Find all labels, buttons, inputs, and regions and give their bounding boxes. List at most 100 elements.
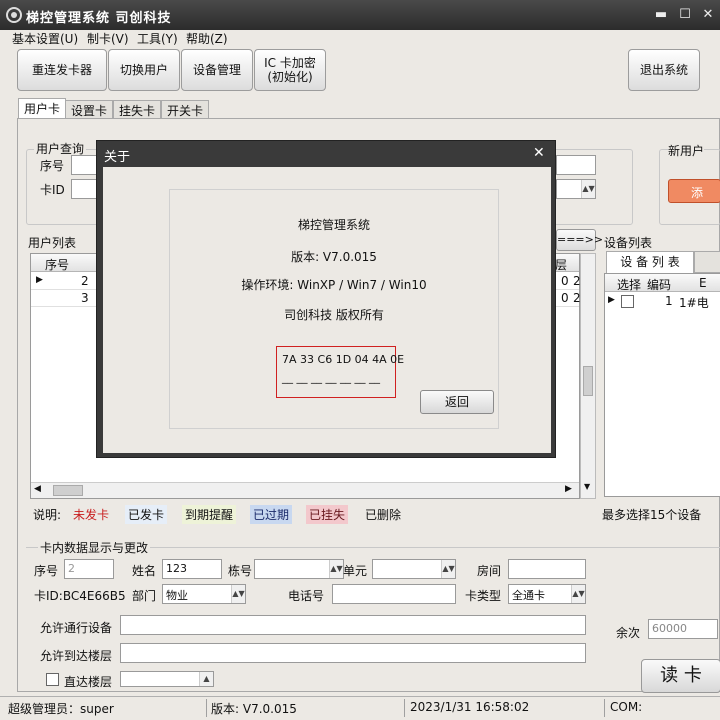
maximize-icon[interactable]: ☐ bbox=[676, 6, 694, 24]
card-type-value: 全通卡 bbox=[512, 589, 545, 602]
tab-device-extra[interactable] bbox=[694, 251, 720, 273]
menu-bar: 基本设置(U) 制卡(V) 工具(Y) 帮助(Z) bbox=[0, 30, 720, 46]
card-id-text: 卡ID:BC4E66B5 bbox=[34, 589, 126, 603]
ic-encrypt-button[interactable]: IC 卡加密 (初始化) bbox=[254, 49, 326, 91]
reconnect-label: 重连发卡器 bbox=[31, 63, 92, 77]
dept-select[interactable]: 物业 ▲▼ bbox=[162, 584, 246, 604]
device-code: 1 bbox=[665, 294, 673, 308]
row-col-a: 0 bbox=[561, 291, 569, 305]
card-type-label: 卡类型 bbox=[465, 589, 502, 603]
about-dialog: 关于 ✕ 梯控管理系统 版本: V7.0.015 操作环境: WinXP / W… bbox=[96, 140, 556, 458]
unit-select[interactable]: ▲▼ bbox=[372, 559, 456, 579]
tab-setting-card[interactable]: 设置卡 bbox=[65, 100, 114, 118]
about-environment: 操作环境: WinXP / Win7 / Win10 bbox=[241, 278, 427, 292]
dept-label: 部门 bbox=[132, 589, 157, 603]
back-button[interactable]: 返回 bbox=[420, 390, 494, 414]
ic-encrypt-sublabel: (初始化) bbox=[267, 70, 313, 84]
status-divider bbox=[206, 699, 207, 717]
status-divider bbox=[404, 699, 405, 717]
horizontal-scrollbar[interactable]: ◀ ▶ bbox=[31, 482, 579, 498]
legend-expired: 已过期 bbox=[250, 505, 293, 524]
status-datetime: 2023/1/31 16:58:02 bbox=[410, 700, 530, 714]
title-bar: 梯控管理系统 司创科技 ▬ ☐ ✕ bbox=[0, 0, 720, 30]
close-icon[interactable]: ✕ bbox=[533, 145, 545, 161]
vertical-scrollbar[interactable]: ▼ bbox=[580, 253, 596, 499]
row-col-a: 0 bbox=[561, 274, 569, 288]
menu-basic-settings[interactable]: 基本设置(U) bbox=[12, 30, 78, 47]
horizontal-scroll-thumb[interactable] bbox=[53, 485, 83, 496]
name-field[interactable]: 123 bbox=[162, 559, 222, 579]
legend-expiring: 到期提醒 bbox=[182, 505, 237, 524]
legend-not-issued: 未发卡 bbox=[73, 508, 110, 522]
menu-help[interactable]: 帮助(Z) bbox=[186, 30, 228, 47]
vertical-scroll-thumb[interactable] bbox=[583, 366, 593, 396]
about-dialog-titlebar: 关于 ✕ bbox=[97, 141, 555, 167]
direct-floor-select[interactable]: ▲ bbox=[120, 671, 214, 687]
row-seq: 2 bbox=[81, 274, 89, 288]
row-pointer-icon: ▶ bbox=[608, 295, 615, 305]
about-info-box: 梯控管理系统 版本: V7.0.015 操作环境: WinXP / Win7 /… bbox=[169, 189, 499, 429]
user-list-title: 用户列表 bbox=[28, 236, 77, 250]
phone-field[interactable] bbox=[332, 584, 456, 604]
minimize-icon[interactable]: ▬ bbox=[652, 6, 670, 24]
chevron-down-icon: ▲▼ bbox=[441, 560, 455, 578]
seq-field[interactable]: 2 bbox=[64, 559, 114, 579]
window-title: 梯控管理系统 司创科技 bbox=[26, 11, 172, 26]
device-list-grid[interactable]: 选择 编码 E ▶ 1 1#电 bbox=[604, 273, 720, 497]
col-name-partial: E bbox=[699, 276, 707, 290]
legend-lost: 已挂失 bbox=[306, 505, 349, 524]
switch-user-label: 切换用户 bbox=[119, 63, 168, 77]
about-dialog-title: 关于 bbox=[104, 150, 131, 165]
building-select[interactable]: ▲▼ bbox=[254, 559, 344, 579]
device-management-button[interactable]: 设备管理 bbox=[181, 49, 253, 91]
allowed-floors-field[interactable] bbox=[120, 643, 586, 663]
tab-device-list[interactable]: 设 备 列 表 bbox=[606, 251, 694, 273]
dept-value: 物业 bbox=[166, 589, 188, 602]
scroll-left-icon[interactable]: ◀ bbox=[34, 484, 41, 494]
assign-arrow-button[interactable]: ===>> bbox=[556, 229, 603, 251]
ic-encrypt-label: IC 卡加密 bbox=[264, 56, 316, 70]
room-field[interactable] bbox=[508, 559, 586, 579]
balance-field[interactable]: 60000 bbox=[648, 619, 718, 639]
scroll-down-icon[interactable]: ▼ bbox=[584, 482, 590, 491]
tab-lost-card[interactable]: 挂失卡 bbox=[113, 100, 162, 118]
about-copyright: 司创科技 版权所有 bbox=[284, 308, 384, 322]
allowed-devices-field[interactable] bbox=[120, 615, 586, 635]
add-user-button[interactable]: 添 bbox=[668, 179, 720, 203]
legend-label: 说明: bbox=[33, 508, 62, 522]
col-code: 编码 bbox=[647, 278, 672, 292]
row-seq: 3 bbox=[81, 291, 89, 305]
new-user-title: 新用户 bbox=[668, 142, 705, 159]
query-right-select[interactable]: ▲▼ bbox=[556, 179, 596, 199]
device-checkbox[interactable] bbox=[621, 295, 634, 308]
direct-floor-checkbox[interactable] bbox=[46, 673, 59, 686]
tab-user-card[interactable]: 用户卡 bbox=[18, 98, 67, 118]
reconnect-button[interactable]: 重连发卡器 bbox=[17, 49, 107, 91]
legend-deleted: 已删除 bbox=[365, 508, 402, 522]
row-pointer-icon: ▶ bbox=[36, 275, 43, 285]
menu-make-card[interactable]: 制卡(V) bbox=[87, 30, 129, 47]
device-list-header: 选择 编码 E bbox=[605, 274, 720, 292]
exit-button[interactable]: 退出系统 bbox=[628, 49, 700, 91]
close-icon[interactable]: ✕ bbox=[699, 6, 717, 24]
list-item[interactable]: ▶ 1 1#电 bbox=[605, 293, 720, 310]
tab-switch-card[interactable]: 开关卡 bbox=[161, 100, 210, 118]
scroll-right-icon[interactable]: ▶ bbox=[565, 484, 572, 494]
chevron-down-icon: ▲▼ bbox=[231, 585, 245, 603]
max-device-note: 最多选择15个设备 bbox=[602, 508, 702, 522]
unit-label: 单元 bbox=[343, 564, 368, 578]
device-name: 1#电 bbox=[679, 296, 709, 310]
status-version: 版本: V7.0.015 bbox=[211, 702, 297, 716]
device-management-label: 设备管理 bbox=[192, 63, 241, 77]
menu-tools[interactable]: 工具(Y) bbox=[137, 30, 178, 47]
balance-label: 余次 bbox=[616, 626, 641, 640]
card-type-select[interactable]: 全通卡 ▲▼ bbox=[508, 584, 586, 604]
read-card-button[interactable]: 读 卡 bbox=[641, 659, 720, 693]
phone-label: 电话号 bbox=[288, 589, 325, 603]
col-select: 选择 bbox=[617, 278, 642, 292]
switch-user-button[interactable]: 切换用户 bbox=[108, 49, 180, 91]
spin-icon: ▲▼ bbox=[581, 180, 595, 198]
seq-label: 序号 bbox=[34, 564, 59, 578]
seq-query-label: 序号 bbox=[40, 159, 65, 173]
query-right-input[interactable] bbox=[556, 155, 596, 175]
